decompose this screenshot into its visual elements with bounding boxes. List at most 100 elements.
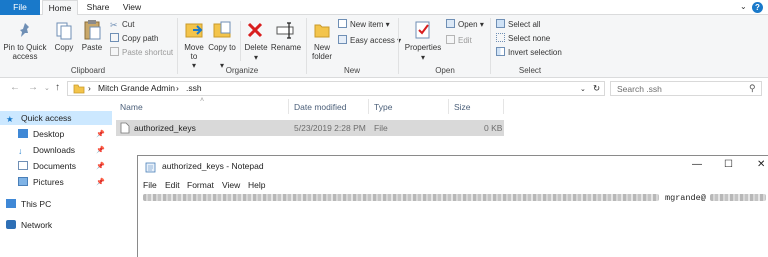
clipboard-group-label: Clipboard	[70, 66, 106, 75]
select-none-button[interactable]: Select none	[496, 33, 550, 44]
properties-icon	[415, 21, 430, 39]
menu-file[interactable]: File	[143, 180, 157, 190]
ribbon: Pin to Quick access Copy Paste ✂ Cut Copy…	[0, 15, 768, 78]
forward-arrow-icon[interactable]: →	[28, 82, 38, 93]
minimize-icon[interactable]: —	[692, 159, 702, 170]
copy-icon	[56, 22, 72, 40]
tab-file[interactable]: File	[0, 0, 40, 15]
menu-view[interactable]: View	[222, 180, 240, 190]
column-divider[interactable]	[503, 99, 504, 114]
delete-x-icon	[247, 22, 263, 38]
column-header-size[interactable]: Size	[454, 102, 471, 112]
breadcrumb-item-user[interactable]: Mitch Grande Admin	[98, 83, 175, 93]
divider	[398, 18, 399, 74]
notepad-title-bar[interactable]: authorized_keys - Notepad — ☐ ✕	[138, 156, 768, 178]
column-divider[interactable]	[288, 99, 289, 114]
tab-share[interactable]: Share	[83, 0, 113, 15]
close-icon[interactable]: ✕	[757, 159, 765, 170]
breadcrumb-item-ssh[interactable]: .ssh	[186, 83, 202, 93]
file-name[interactable]: authorized_keys	[134, 123, 196, 133]
invert-selection-label: Invert selection	[508, 48, 562, 57]
rename-label: Rename	[270, 43, 302, 52]
properties-label: Properties	[404, 43, 442, 52]
nav-item-label: Desktop	[33, 129, 65, 139]
nav-item-label: Pictures	[33, 177, 64, 187]
divider	[490, 18, 491, 74]
nav-item-label: Quick access	[21, 113, 72, 123]
nav-item-label: This PC	[21, 199, 52, 209]
new-folder-icon	[314, 24, 330, 38]
scissors-icon: ✂	[110, 20, 118, 30]
search-box[interactable]: Search .ssh ⚲	[610, 81, 762, 96]
select-all-button[interactable]: Select all	[496, 19, 540, 30]
nav-item-network[interactable]: Network	[6, 218, 52, 232]
paste-label: Paste	[81, 43, 103, 52]
menu-format[interactable]: Format	[187, 180, 214, 190]
maximize-icon[interactable]: ☐	[724, 159, 733, 170]
column-divider[interactable]	[368, 99, 369, 114]
open-button[interactable]: Open ▾	[446, 19, 484, 30]
address-dropdown-icon[interactable]: ⌄	[580, 85, 586, 93]
edit-label: Edit	[458, 36, 472, 45]
nav-item-documents[interactable]: Documents	[18, 159, 76, 173]
new-group-label: New	[343, 66, 360, 75]
search-input[interactable]: Search .ssh	[617, 84, 662, 94]
back-arrow-icon[interactable]: ←	[10, 82, 20, 93]
column-header-name[interactable]: Name	[120, 102, 143, 112]
desktop-icon	[18, 129, 28, 138]
new-item-icon	[338, 19, 347, 28]
menu-edit[interactable]: Edit	[165, 180, 180, 190]
column-header-type[interactable]: Type	[374, 102, 392, 112]
pin-icon	[20, 23, 29, 37]
nav-item-this-pc[interactable]: This PC	[6, 197, 51, 211]
tab-view[interactable]: View	[118, 0, 146, 15]
select-none-icon	[496, 33, 505, 42]
notepad-window: authorized_keys - Notepad — ☐ ✕ File Edi…	[137, 155, 768, 257]
menu-help[interactable]: Help	[248, 180, 265, 190]
notepad-title: authorized_keys - Notepad	[162, 161, 264, 171]
open-group-label: Open	[435, 66, 455, 75]
expand-ribbon-chevron-icon[interactable]: ⌄	[740, 2, 747, 11]
select-group-label: Select	[518, 66, 542, 75]
copy-path-button[interactable]: Copy path	[110, 33, 158, 44]
help-icon[interactable]: ?	[752, 2, 763, 13]
move-to-label: Move to	[184, 43, 204, 61]
invert-selection-button[interactable]: Invert selection	[496, 47, 562, 58]
address-bar[interactable]: › Mitch Grande Admin › .ssh ⌄ ↻	[67, 81, 605, 96]
edit-icon	[446, 35, 455, 44]
delete-label: Delete	[244, 43, 268, 52]
move-to-icon	[185, 23, 203, 38]
tab-home[interactable]: Home	[42, 0, 78, 16]
recent-locations-chevron-icon[interactable]: ⌄	[44, 84, 50, 92]
new-item-label: New item	[350, 20, 384, 29]
column-divider[interactable]	[448, 99, 449, 114]
pin-icon: 📌	[96, 179, 105, 186]
file-icon	[120, 122, 130, 134]
paste-shortcut-button[interactable]: Paste shortcut	[110, 47, 173, 58]
nav-item-quick-access[interactable]: ★ Quick access	[0, 111, 112, 125]
nav-item-label: Network	[21, 220, 53, 230]
refresh-icon[interactable]: ↻	[593, 83, 600, 94]
nav-item-desktop[interactable]: Desktop	[18, 127, 64, 141]
redacted-text	[143, 194, 659, 201]
nav-item-label: Documents	[33, 161, 76, 171]
cut-button[interactable]: ✂ Cut	[110, 19, 134, 30]
divider	[177, 18, 178, 74]
easy-access-button[interactable]: Easy access ▾	[338, 35, 401, 46]
breadcrumb-separator: ›	[176, 83, 179, 93]
copy-path-icon	[110, 33, 119, 42]
invert-selection-icon	[496, 47, 505, 56]
open-label: Open	[458, 20, 478, 29]
breadcrumb-separator: ›	[88, 83, 91, 93]
up-arrow-icon[interactable]: ↑	[55, 82, 60, 93]
file-explorer-window: File Home Share View ⌄ ? Pin to Quick ac…	[0, 0, 768, 257]
edit-button[interactable]: Edit	[446, 35, 472, 46]
column-header-date-modified[interactable]: Date modified	[294, 102, 346, 112]
select-all-label: Select all	[508, 20, 541, 29]
copy-label: Copy	[54, 43, 74, 52]
nav-item-downloads[interactable]: ↓ Downloads	[18, 143, 75, 157]
star-icon: ★	[6, 114, 14, 124]
new-item-button[interactable]: New item ▾	[338, 19, 390, 30]
paste-shortcut-label: Paste shortcut	[122, 48, 174, 57]
nav-item-pictures[interactable]: Pictures	[18, 175, 64, 189]
